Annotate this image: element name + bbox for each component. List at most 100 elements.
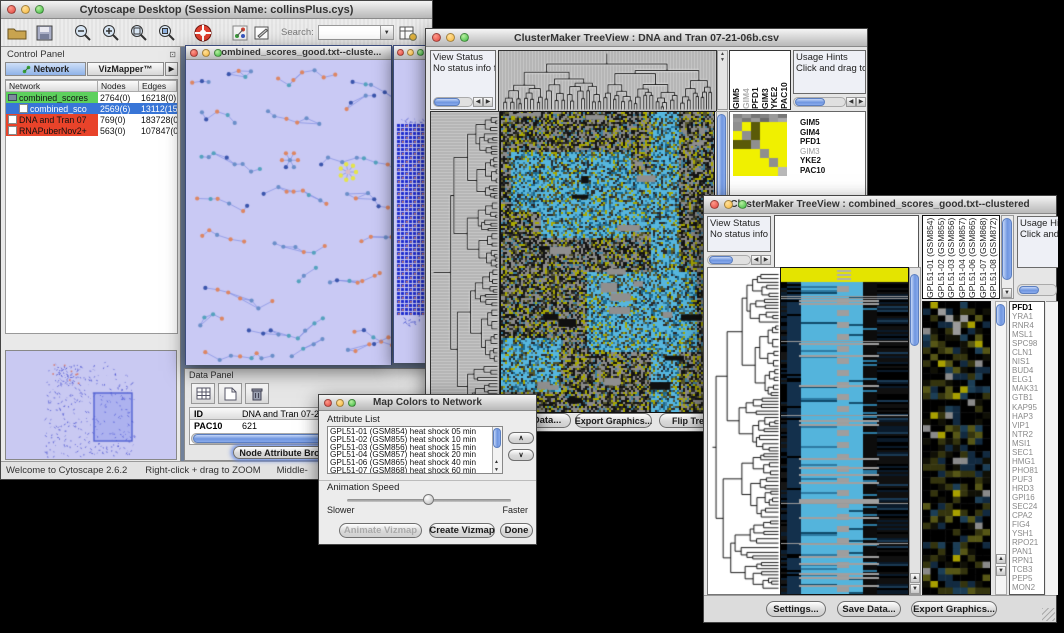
treeview1-row-dendrogram[interactable] (430, 111, 500, 413)
network-table-header[interactable]: Network Nodes Edges (6, 80, 177, 92)
treeview1-col-scroll-strip[interactable]: ▲▼ (717, 50, 728, 110)
zoom-in-icon[interactable] (99, 23, 123, 43)
close-button[interactable] (432, 33, 441, 42)
gene-label[interactable]: BUD4 (1012, 366, 1044, 375)
zoom-button[interactable] (214, 49, 222, 57)
gene-label[interactable]: VIP1 (1012, 421, 1044, 430)
scroll-down-arrow[interactable]: ▼ (1002, 288, 1012, 298)
move-down-button[interactable]: ∨ (508, 449, 534, 461)
annotation-icon[interactable] (253, 23, 271, 43)
zoom-button[interactable] (348, 399, 356, 407)
column-label[interactable]: GIM3 (760, 51, 770, 109)
search-dropdown-arrow[interactable]: ▼ (380, 26, 393, 39)
network-view-canvas[interactable] (186, 60, 391, 365)
gene-label[interactable]: MSL1 (1012, 330, 1044, 339)
zoom-button[interactable] (738, 200, 747, 209)
scroll-up-arrow[interactable]: ▲ (494, 459, 499, 465)
usage-hints-hscrollbar[interactable] (1017, 284, 1057, 296)
column-label[interactable]: PAC10 (779, 51, 789, 109)
zoom-selected-icon[interactable] (127, 23, 151, 43)
minimize-button[interactable] (724, 200, 733, 209)
resize-grip[interactable] (1042, 608, 1055, 621)
gene-list-vscrollbar[interactable]: ▲ ▼ (995, 301, 1007, 595)
network-overview-thumbnail[interactable] (5, 350, 177, 460)
gene-label[interactable]: PUF3 (1012, 475, 1044, 484)
treeview2-row-dendrogram[interactable] (707, 267, 781, 595)
slider-thumb[interactable] (423, 494, 434, 505)
gene-label[interactable]: KAP95 (1012, 403, 1044, 412)
treeview2-heatmap[interactable] (780, 267, 909, 595)
row-label[interactable]: GIM4 (800, 128, 825, 138)
column-label[interactable]: GIM5 (731, 51, 741, 109)
move-up-button[interactable]: ∧ (508, 432, 534, 444)
select-attributes-icon[interactable] (191, 383, 215, 404)
done-button[interactable]: Done (500, 523, 533, 538)
scroll-up-arrow[interactable]: ▲ (910, 573, 920, 583)
gene-label[interactable]: PFD1 (1012, 303, 1044, 312)
help-lifesaver-icon[interactable] (191, 23, 215, 43)
treeview1-heatmap[interactable] (500, 111, 715, 413)
row-label[interactable]: GIM5 (800, 118, 825, 128)
zoom-fit-icon[interactable] (155, 23, 179, 43)
zoom-out-icon[interactable] (71, 23, 95, 43)
view-status-hscrollbar[interactable]: ◀▶ (433, 96, 493, 107)
column-label[interactable]: GPL51-02 (GSM855) (936, 216, 947, 298)
gene-label[interactable]: SEC24 (1012, 502, 1044, 511)
network-manager-icon[interactable] (231, 23, 249, 43)
row-label[interactable]: GIM3 (800, 147, 825, 157)
animation-speed-slider[interactable] (347, 499, 511, 502)
gene-label[interactable]: GPI16 (1012, 493, 1044, 502)
gene-label[interactable]: HMG1 (1012, 457, 1044, 466)
gene-label[interactable]: RNR4 (1012, 321, 1044, 330)
gene-label[interactable]: SEC1 (1012, 448, 1044, 457)
column-label[interactable]: PFD1 (750, 51, 760, 109)
row-label[interactable]: PFD1 (800, 137, 825, 147)
network-table-row[interactable]: combined_scores 2764(0) 16218(0) (6, 92, 177, 103)
scroll-right-arrow[interactable]: ▶ (483, 97, 493, 107)
gene-label[interactable]: TCB3 (1012, 565, 1044, 574)
treeview1-correlation-matrix[interactable] (733, 114, 787, 176)
usage-hints-hscrollbar[interactable]: ◀▶ (793, 96, 866, 108)
column-label[interactable]: YKE2 (769, 51, 779, 109)
gene-label[interactable]: NIS1 (1012, 357, 1044, 366)
scroll-right-arrow[interactable]: ▶ (856, 97, 866, 107)
save-icon[interactable] (33, 23, 57, 43)
gene-label[interactable]: CPA2 (1012, 511, 1044, 520)
attribute-list[interactable]: GPL51-01 (GSM854) heat shock 05 minGPL51… (327, 426, 503, 474)
column-label[interactable]: GPL51-06 (GSM865) (967, 216, 978, 298)
gene-label[interactable]: HRD3 (1012, 484, 1044, 493)
scroll-down-arrow[interactable]: ▼ (996, 566, 1006, 576)
network-window-titlebar[interactable]: combined_scores_good.txt--cluste... (186, 46, 391, 60)
gene-label[interactable]: SPC98 (1012, 339, 1044, 348)
minimize-button[interactable] (21, 5, 30, 14)
gene-label[interactable]: YSH1 (1012, 529, 1044, 538)
save-data-button[interactable]: Save Data... (837, 601, 901, 617)
export-graphics-button[interactable]: Export Graphics... (911, 601, 997, 617)
gene-label[interactable]: PHO81 (1012, 466, 1044, 475)
attribute-list-item[interactable]: GPL51-07 (GSM868) heat shock 60 min (330, 467, 500, 474)
dialog-titlebar[interactable]: Map Colors to Network (319, 395, 536, 411)
zoom-button[interactable] (460, 33, 469, 42)
scroll-left-arrow[interactable]: ◀ (751, 255, 761, 265)
main-titlebar[interactable]: Cytoscape Desktop (Session Name: collins… (1, 1, 432, 19)
minimize-button[interactable] (202, 49, 210, 57)
delete-attribute-icon[interactable] (245, 383, 269, 404)
attribute-browser-icon[interactable] (398, 23, 418, 43)
treeview1-export-graphics-button[interactable]: Export Graphics... (575, 413, 652, 428)
open-file-icon[interactable] (5, 23, 29, 43)
gene-label[interactable]: YRA1 (1012, 312, 1044, 321)
zoom-button[interactable] (35, 5, 44, 14)
column-label[interactable]: GPL51-03 (GSM856) (946, 216, 957, 298)
column-labels-vscrollbar[interactable]: ▼ (1001, 215, 1014, 299)
scroll-down-arrow[interactable]: ▼ (494, 467, 499, 473)
close-button[interactable] (7, 5, 16, 14)
gene-label[interactable]: NTR2 (1012, 430, 1044, 439)
row-label[interactable]: YKE2 (800, 156, 825, 166)
create-vizmap-button[interactable]: Create Vizmap (429, 523, 495, 538)
close-button[interactable] (190, 49, 198, 57)
column-label[interactable]: GPL51-08 (GSM872) (988, 216, 999, 298)
settings-button[interactable]: Settings... (766, 601, 826, 617)
minimize-button[interactable] (446, 33, 455, 42)
gene-label[interactable]: RPO21 (1012, 538, 1044, 547)
attribute-list-vscrollbar[interactable]: ▲ ▼ (492, 427, 502, 473)
